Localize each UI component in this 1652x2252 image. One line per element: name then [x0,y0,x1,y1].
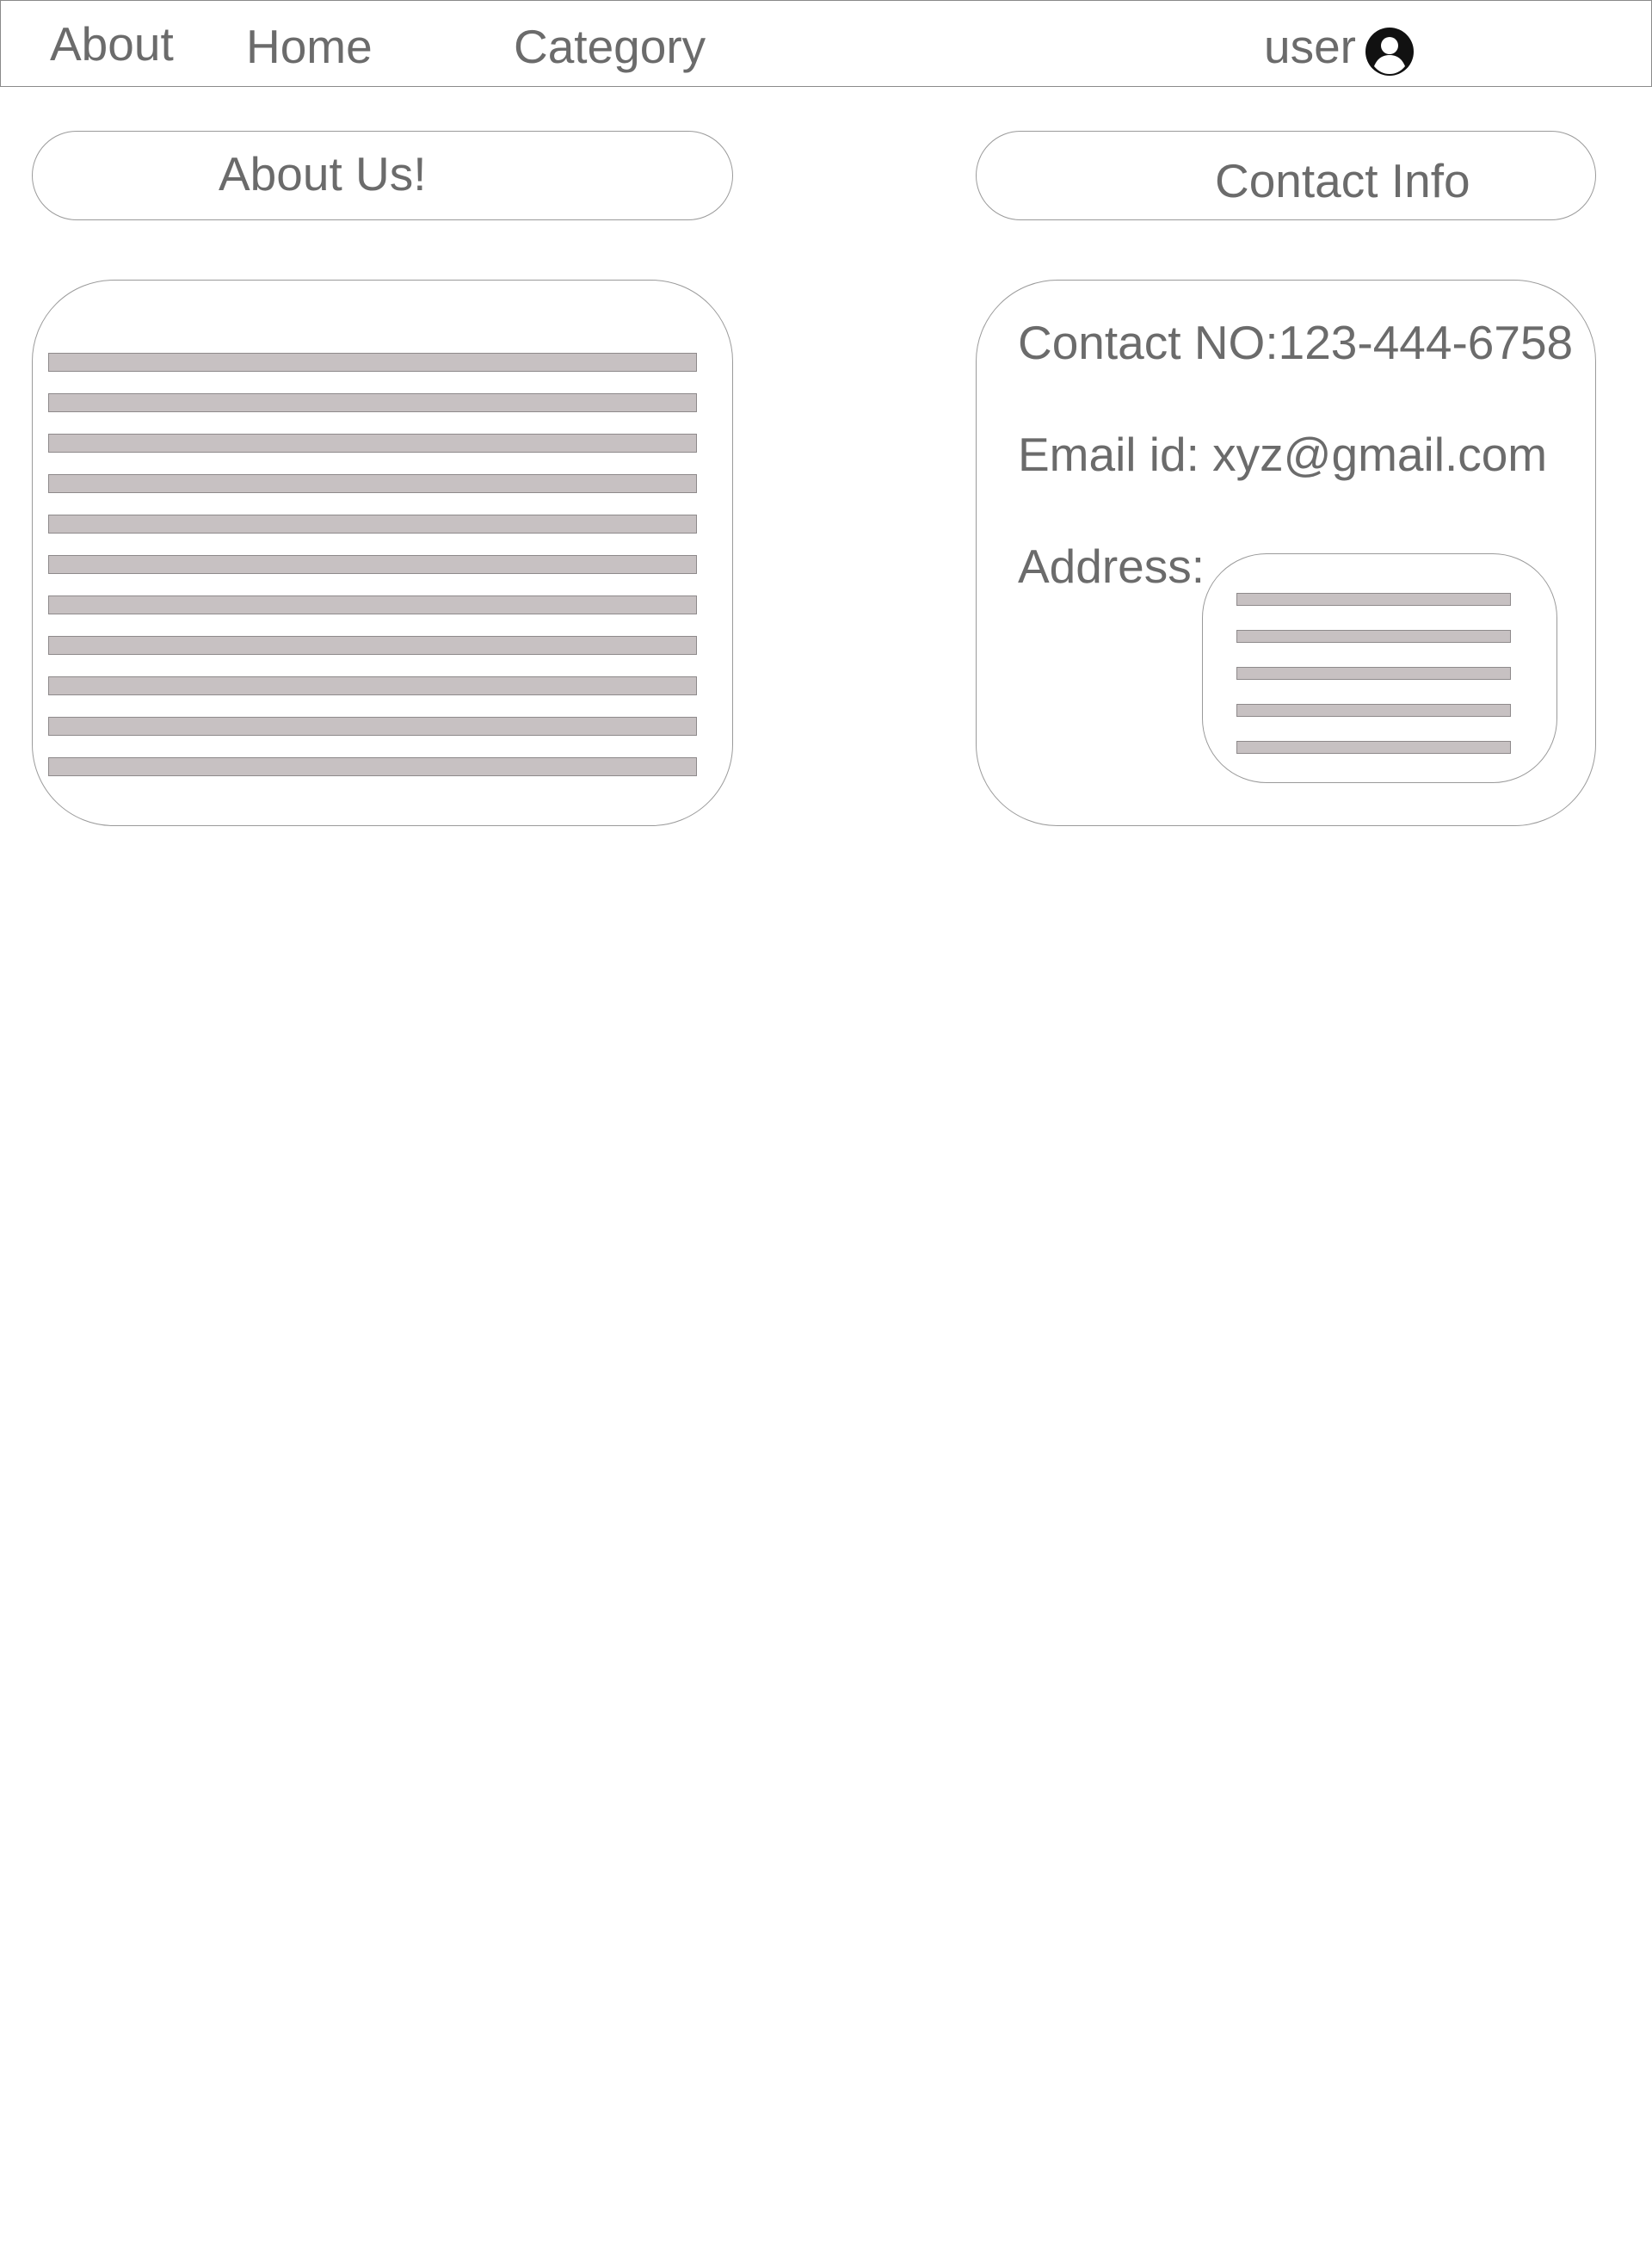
about-text-placeholder-line [48,353,697,372]
about-text-placeholder-line [48,636,697,655]
about-text-placeholder-line [48,757,697,776]
user-circle-icon [1365,27,1415,77]
top-navbar: About Home Category user [0,0,1652,87]
about-text-placeholder-line [48,676,697,695]
about-text-placeholder-line [48,595,697,614]
contact-address-label: Address: [1018,540,1205,593]
contact-phone: Contact NO:123-444-6758 [1018,316,1574,369]
about-text-placeholder-line [48,434,697,453]
about-text-placeholder-line [48,555,697,574]
contact-info-card: Contact NO:123-444-6758 Email id: xyz@gm… [976,280,1596,826]
nav-link-category[interactable]: Category [514,23,706,71]
contact-info-title: Contact Info [1215,154,1470,207]
contact-info-header: Contact Info [976,131,1596,220]
address-box [1202,553,1557,783]
address-placeholder-line [1236,630,1511,643]
about-text-placeholder-line [48,474,697,493]
address-placeholder-line [1236,741,1511,754]
address-placeholder-line [1236,704,1511,717]
user-menu[interactable]: user [1264,20,1415,77]
about-us-card [32,280,733,826]
about-us-header: About Us! [32,131,733,220]
user-label: user [1264,20,1356,73]
address-placeholder-line [1236,593,1511,606]
about-text-placeholder-line [48,717,697,736]
contact-email: Email id: xyz@gmail.com [1018,428,1548,481]
nav-link-about[interactable]: About [50,21,174,68]
about-text-placeholder-line [48,515,697,534]
address-placeholder-line [1236,667,1511,680]
about-us-title: About Us! [219,147,427,201]
nav-link-home[interactable]: Home [246,23,373,71]
about-text-placeholder-line [48,393,697,412]
